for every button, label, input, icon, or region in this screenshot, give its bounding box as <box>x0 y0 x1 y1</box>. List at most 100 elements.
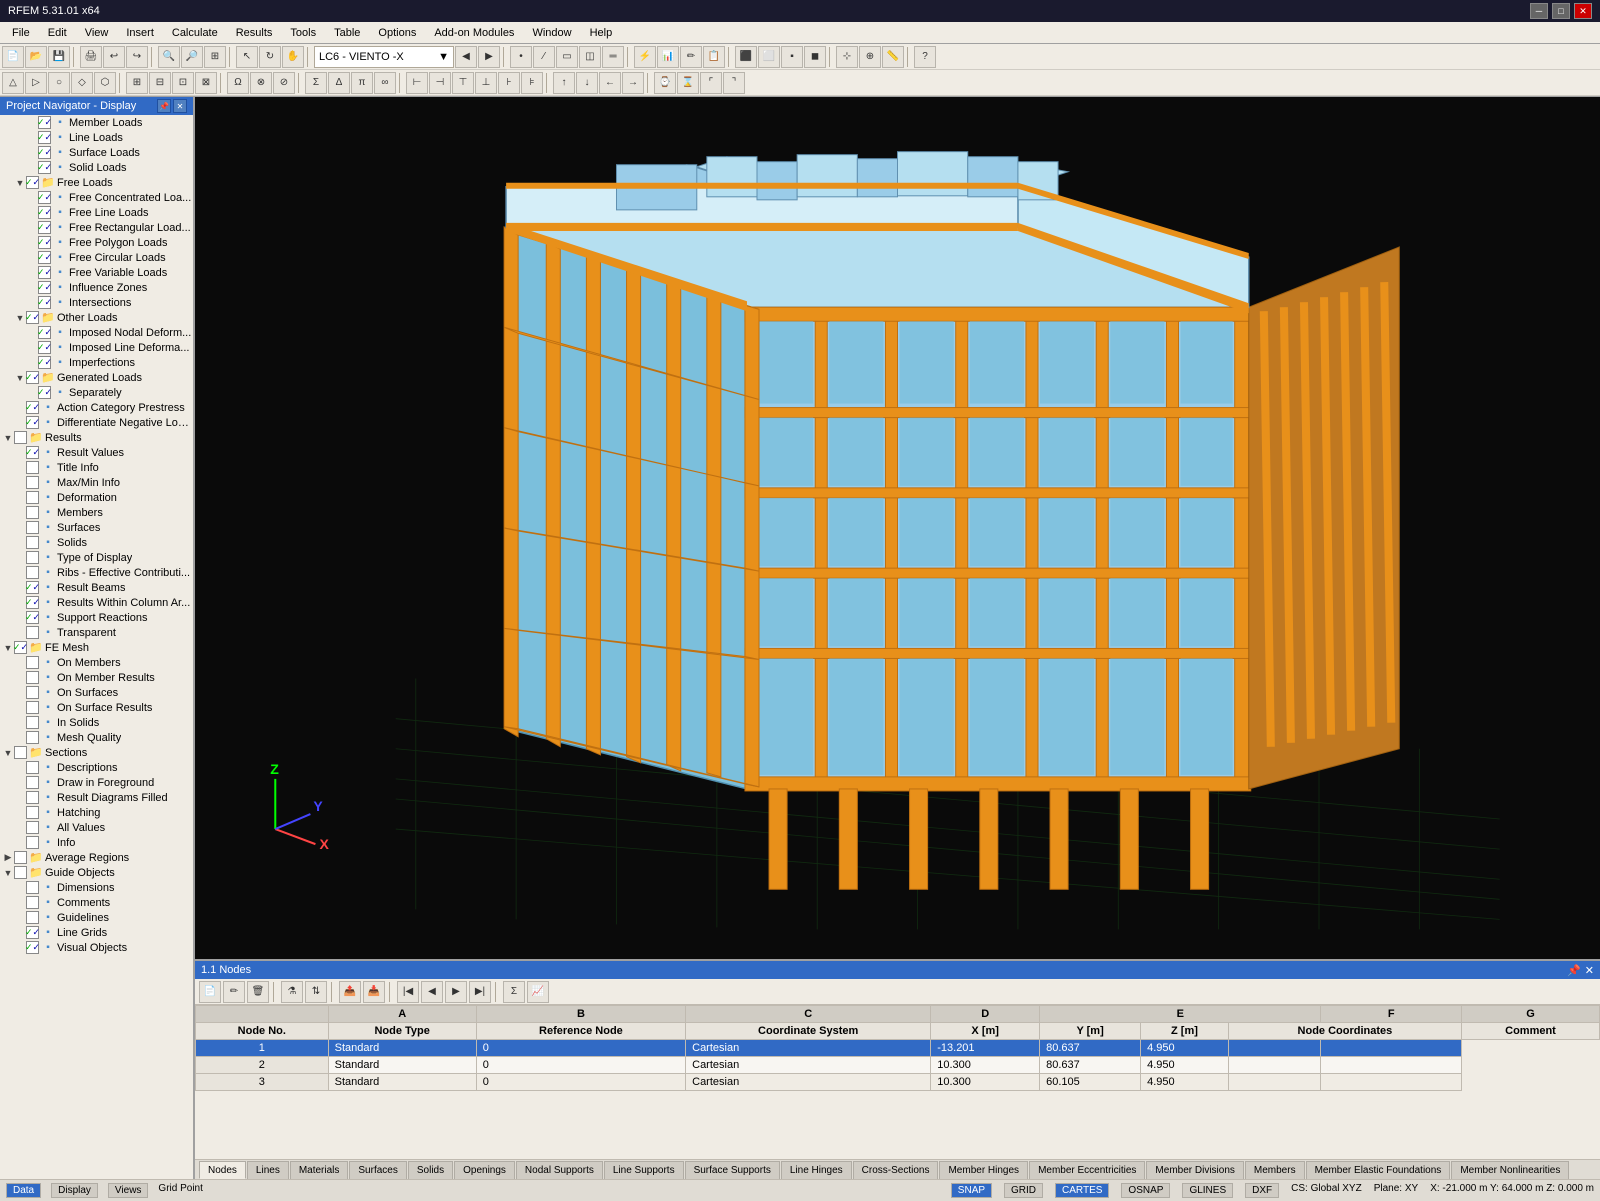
tbl-delete[interactable]: 🗑 <box>247 981 269 1003</box>
tb2-23[interactable]: ↑ <box>553 72 575 94</box>
col-header-c[interactable]: C <box>686 1006 931 1023</box>
tb2-22[interactable]: ⊧ <box>521 72 543 94</box>
expander-on-surfaces[interactable] <box>14 687 26 699</box>
tb-measure[interactable]: 📏 <box>882 46 904 68</box>
tb-new[interactable]: 📄 <box>2 46 24 68</box>
tb-3d-view[interactable]: ⬛ <box>735 46 757 68</box>
tb-member[interactable]: ═ <box>602 46 624 68</box>
checkbox-free-loads[interactable]: ✓ <box>26 176 39 189</box>
checkbox-free-conc-loads[interactable]: ✓ <box>38 191 51 204</box>
tree-item-differentiate-neg[interactable]: ✓▪Differentiate Negative Loa... <box>0 415 193 430</box>
tbl-graph[interactable]: 📈 <box>527 981 549 1003</box>
status-views[interactable]: Views <box>108 1183 149 1198</box>
tb2-29[interactable]: ⌜ <box>700 72 722 94</box>
tree-item-intersections[interactable]: ✓▪Intersections <box>0 295 193 310</box>
tree-item-imposed-line[interactable]: ✓▪Imposed Line Deforma... <box>0 340 193 355</box>
checkbox-hatching[interactable] <box>26 806 39 819</box>
tb2-19[interactable]: ⊤ <box>452 72 474 94</box>
checkbox-line-grids[interactable]: ✓ <box>26 926 39 939</box>
tree-item-visual-objects[interactable]: ✓▪Visual Objects <box>0 940 193 955</box>
table-row[interactable]: 1Standard0Cartesian-13.20180.6374.950 <box>196 1040 1600 1057</box>
checkbox-influence-zones[interactable]: ✓ <box>38 281 51 294</box>
tree-item-result-beams[interactable]: ✓▪Result Beams <box>0 580 193 595</box>
tb-prev-lc[interactable]: ◀ <box>455 46 477 68</box>
tb2-6[interactable]: ⊞ <box>126 72 148 94</box>
menu-results[interactable]: Results <box>228 25 281 41</box>
checkbox-draw-in-foreground[interactable] <box>26 776 39 789</box>
tab-member-hinges[interactable]: Member Hinges <box>939 1161 1028 1179</box>
tree-item-transparent[interactable]: ▪Transparent <box>0 625 193 640</box>
tb-node[interactable]: • <box>510 46 532 68</box>
checkbox-free-poly-loads[interactable]: ✓ <box>38 236 51 249</box>
checkbox-guide-objects[interactable] <box>14 866 27 879</box>
tree-item-mesh-quality[interactable]: ▪Mesh Quality <box>0 730 193 745</box>
tab-lines[interactable]: Lines <box>247 1161 289 1179</box>
checkbox-fe-mesh[interactable]: ✓ <box>14 641 27 654</box>
tree-item-influence-zones[interactable]: ✓▪Influence Zones <box>0 280 193 295</box>
checkbox-transparent[interactable] <box>26 626 39 639</box>
checkbox-result-beams[interactable]: ✓ <box>26 581 39 594</box>
tb-zoom-out[interactable]: 🔎 <box>181 46 203 68</box>
checkbox-action-category[interactable]: ✓ <box>26 401 39 414</box>
menu-calculate[interactable]: Calculate <box>164 25 226 41</box>
tbl-edit[interactable]: ✏ <box>223 981 245 1003</box>
checkbox-on-member-results[interactable] <box>26 671 39 684</box>
tb-save[interactable]: 💾 <box>48 46 70 68</box>
tab-materials[interactable]: Materials <box>290 1161 349 1179</box>
tab-line-hinges[interactable]: Line Hinges <box>781 1161 852 1179</box>
tree-container[interactable]: ✓▪Member Loads✓▪Line Loads✓▪Surface Load… <box>0 115 193 1179</box>
checkbox-on-members[interactable] <box>26 656 39 669</box>
tree-item-solid-loads[interactable]: ✓▪Solid Loads <box>0 160 193 175</box>
tb2-1[interactable]: △ <box>2 72 24 94</box>
tree-item-action-category[interactable]: ✓▪Action Category Prestress <box>0 400 193 415</box>
grid-btn[interactable]: GRID <box>1004 1183 1043 1198</box>
expander-dimensions[interactable] <box>14 882 26 894</box>
tree-item-fe-mesh[interactable]: ▼✓📁FE Mesh <box>0 640 193 655</box>
tb-solid[interactable]: ◫ <box>579 46 601 68</box>
tree-item-line-loads[interactable]: ✓▪Line Loads <box>0 130 193 145</box>
table-row[interactable]: 3Standard0Cartesian10.30060.1054.950 <box>196 1074 1600 1091</box>
tree-item-result-diagrams-filled[interactable]: ▪Result Diagrams Filled <box>0 790 193 805</box>
tree-item-in-solids[interactable]: ▪In Solids <box>0 715 193 730</box>
tab-surface-supports[interactable]: Surface Supports <box>685 1161 780 1179</box>
menu-table[interactable]: Table <box>326 25 368 41</box>
tree-item-on-surfaces[interactable]: ▪On Surfaces <box>0 685 193 700</box>
checkbox-imposed-nodal[interactable]: ✓ <box>38 326 51 339</box>
cartes-btn[interactable]: CARTES <box>1055 1183 1109 1198</box>
glines-btn[interactable]: GLINES <box>1182 1183 1233 1198</box>
menu-file[interactable]: File <box>4 25 38 41</box>
expander-transparent[interactable] <box>14 627 26 639</box>
menu-edit[interactable]: Edit <box>40 25 75 41</box>
tree-item-support-reactions[interactable]: ✓▪Support Reactions <box>0 610 193 625</box>
tab-members[interactable]: Members <box>1245 1161 1305 1179</box>
tab-member-nonlinearities[interactable]: Member Nonlinearities <box>1451 1161 1569 1179</box>
checkbox-separately[interactable]: ✓ <box>38 386 51 399</box>
tb-pan[interactable]: ✋ <box>282 46 304 68</box>
tbl-export[interactable]: 📤 <box>339 981 361 1003</box>
expander-solids[interactable] <box>14 537 26 549</box>
col-header-a[interactable]: A <box>328 1006 476 1023</box>
panel-pin[interactable]: 📌 <box>157 99 171 113</box>
tb-snap-grid[interactable]: ⊹ <box>836 46 858 68</box>
tree-item-average-regions[interactable]: ▶📁Average Regions <box>0 850 193 865</box>
checkbox-type-of-display[interactable] <box>26 551 39 564</box>
checkbox-deformation[interactable] <box>26 491 39 504</box>
tb2-16[interactable]: ∞ <box>374 72 396 94</box>
close-button[interactable]: ✕ <box>1574 3 1592 19</box>
tb-select[interactable]: ↖ <box>236 46 258 68</box>
tb2-3[interactable]: ○ <box>48 72 70 94</box>
table-area[interactable]: A B C D E F G Node No. Node Type Referen… <box>195 1005 1600 1159</box>
tb2-13[interactable]: Σ <box>305 72 327 94</box>
tree-item-members[interactable]: ▪Members <box>0 505 193 520</box>
tree-item-imposed-nodal[interactable]: ✓▪Imposed Nodal Deform... <box>0 325 193 340</box>
tree-item-free-rect-loads[interactable]: ✓▪Free Rectangular Load... <box>0 220 193 235</box>
checkbox-members[interactable] <box>26 506 39 519</box>
tb2-26[interactable]: → <box>622 72 644 94</box>
tree-item-draw-in-foreground[interactable]: ▪Draw in Foreground <box>0 775 193 790</box>
table-row[interactable]: 2Standard0Cartesian10.30080.6374.950 <box>196 1057 1600 1074</box>
checkbox-all-values[interactable] <box>26 821 39 834</box>
checkbox-solid-loads[interactable]: ✓ <box>38 161 51 174</box>
tb-line[interactable]: ⁄ <box>533 46 555 68</box>
tb2-10[interactable]: Ω <box>227 72 249 94</box>
tree-item-hatching[interactable]: ▪Hatching <box>0 805 193 820</box>
